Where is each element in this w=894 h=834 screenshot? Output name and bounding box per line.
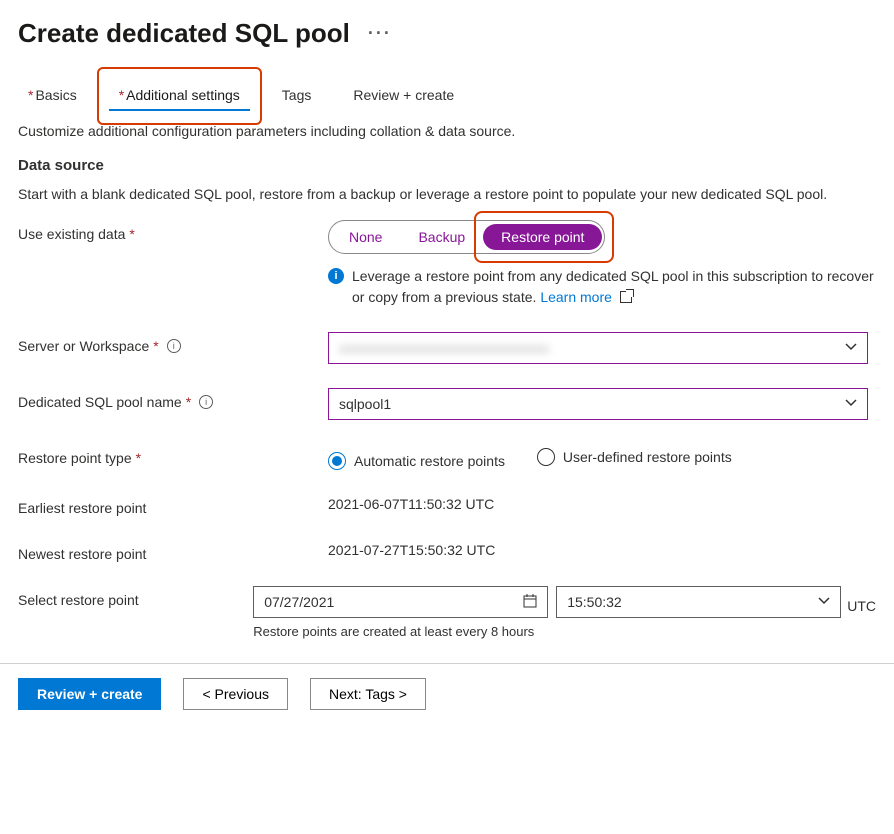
chevron-down-icon bbox=[845, 396, 857, 412]
tab-tags[interactable]: Tags bbox=[272, 79, 322, 111]
next-tags-button[interactable]: Next: Tags > bbox=[310, 678, 426, 710]
seg-option-backup[interactable]: Backup bbox=[400, 224, 483, 250]
calendar-icon bbox=[523, 594, 537, 611]
info-icon: i bbox=[328, 268, 344, 284]
value-newest-restore-point: 2021-07-27T15:50:32 UTC bbox=[328, 540, 876, 558]
review-create-button[interactable]: Review + create bbox=[18, 678, 161, 710]
previous-button[interactable]: < Previous bbox=[183, 678, 288, 710]
chevron-down-icon bbox=[845, 340, 857, 356]
label-select-restore-point: Select restore point bbox=[18, 586, 253, 608]
server-workspace-select[interactable]: xxxxxxxxxxxxxxxxxxxxxxxxxxxxxx bbox=[328, 332, 868, 364]
label-earliest-restore-point: Earliest restore point bbox=[18, 494, 328, 516]
restore-point-hint: Restore points are created at least ever… bbox=[253, 624, 876, 639]
restore-point-blurb: Leverage a restore point from any dedica… bbox=[352, 266, 876, 308]
wizard-footer: Review + create < Previous Next: Tags > bbox=[0, 663, 894, 728]
chevron-down-icon bbox=[818, 594, 830, 610]
label-restore-point-type: Restore point type* bbox=[18, 444, 328, 466]
pool-name-select[interactable]: sqlpool1 bbox=[328, 388, 868, 420]
external-link-icon bbox=[620, 291, 632, 303]
value-earliest-restore-point: 2021-06-07T11:50:32 UTC bbox=[328, 494, 876, 512]
section-desc: Start with a blank dedicated SQL pool, r… bbox=[18, 186, 876, 202]
label-pool-name: Dedicated SQL pool name* i bbox=[18, 388, 328, 410]
restore-point-time-input[interactable]: 15:50:32 bbox=[556, 586, 841, 618]
pool-name-value: sqlpool1 bbox=[339, 396, 391, 412]
seg-option-none[interactable]: None bbox=[331, 224, 400, 250]
label-use-existing-data: Use existing data* bbox=[18, 220, 328, 242]
restore-point-date-input[interactable]: 07/27/2021 bbox=[253, 586, 548, 618]
radio-automatic-restore-points[interactable]: Automatic restore points bbox=[328, 452, 505, 470]
intro-text: Customize additional configuration param… bbox=[18, 123, 876, 139]
label-server-workspace: Server or Workspace* i bbox=[18, 332, 328, 354]
label-newest-restore-point: Newest restore point bbox=[18, 540, 328, 562]
tab-additional-settings[interactable]: *Additional settings bbox=[109, 79, 250, 111]
timezone-label: UTC bbox=[847, 598, 876, 618]
server-workspace-value: xxxxxxxxxxxxxxxxxxxxxxxxxxxxxx bbox=[339, 340, 549, 356]
section-title-data-source: Data source bbox=[18, 157, 876, 174]
learn-more-link[interactable]: Learn more bbox=[540, 289, 612, 305]
wizard-tabs: *Basics *Additional settings Tags Review… bbox=[18, 79, 876, 111]
radio-user-defined-restore-points[interactable]: User-defined restore points bbox=[537, 448, 732, 466]
tab-basics[interactable]: *Basics bbox=[18, 79, 87, 111]
more-actions-icon[interactable]: ··· bbox=[368, 23, 392, 44]
seg-option-restore-point[interactable]: Restore point bbox=[483, 224, 602, 250]
use-existing-data-segmented: None Backup Restore point bbox=[328, 220, 605, 254]
info-icon[interactable]: i bbox=[199, 395, 213, 409]
info-icon[interactable]: i bbox=[167, 339, 181, 353]
page-title: Create dedicated SQL pool ··· bbox=[18, 18, 876, 49]
tab-review-create[interactable]: Review + create bbox=[343, 79, 464, 111]
